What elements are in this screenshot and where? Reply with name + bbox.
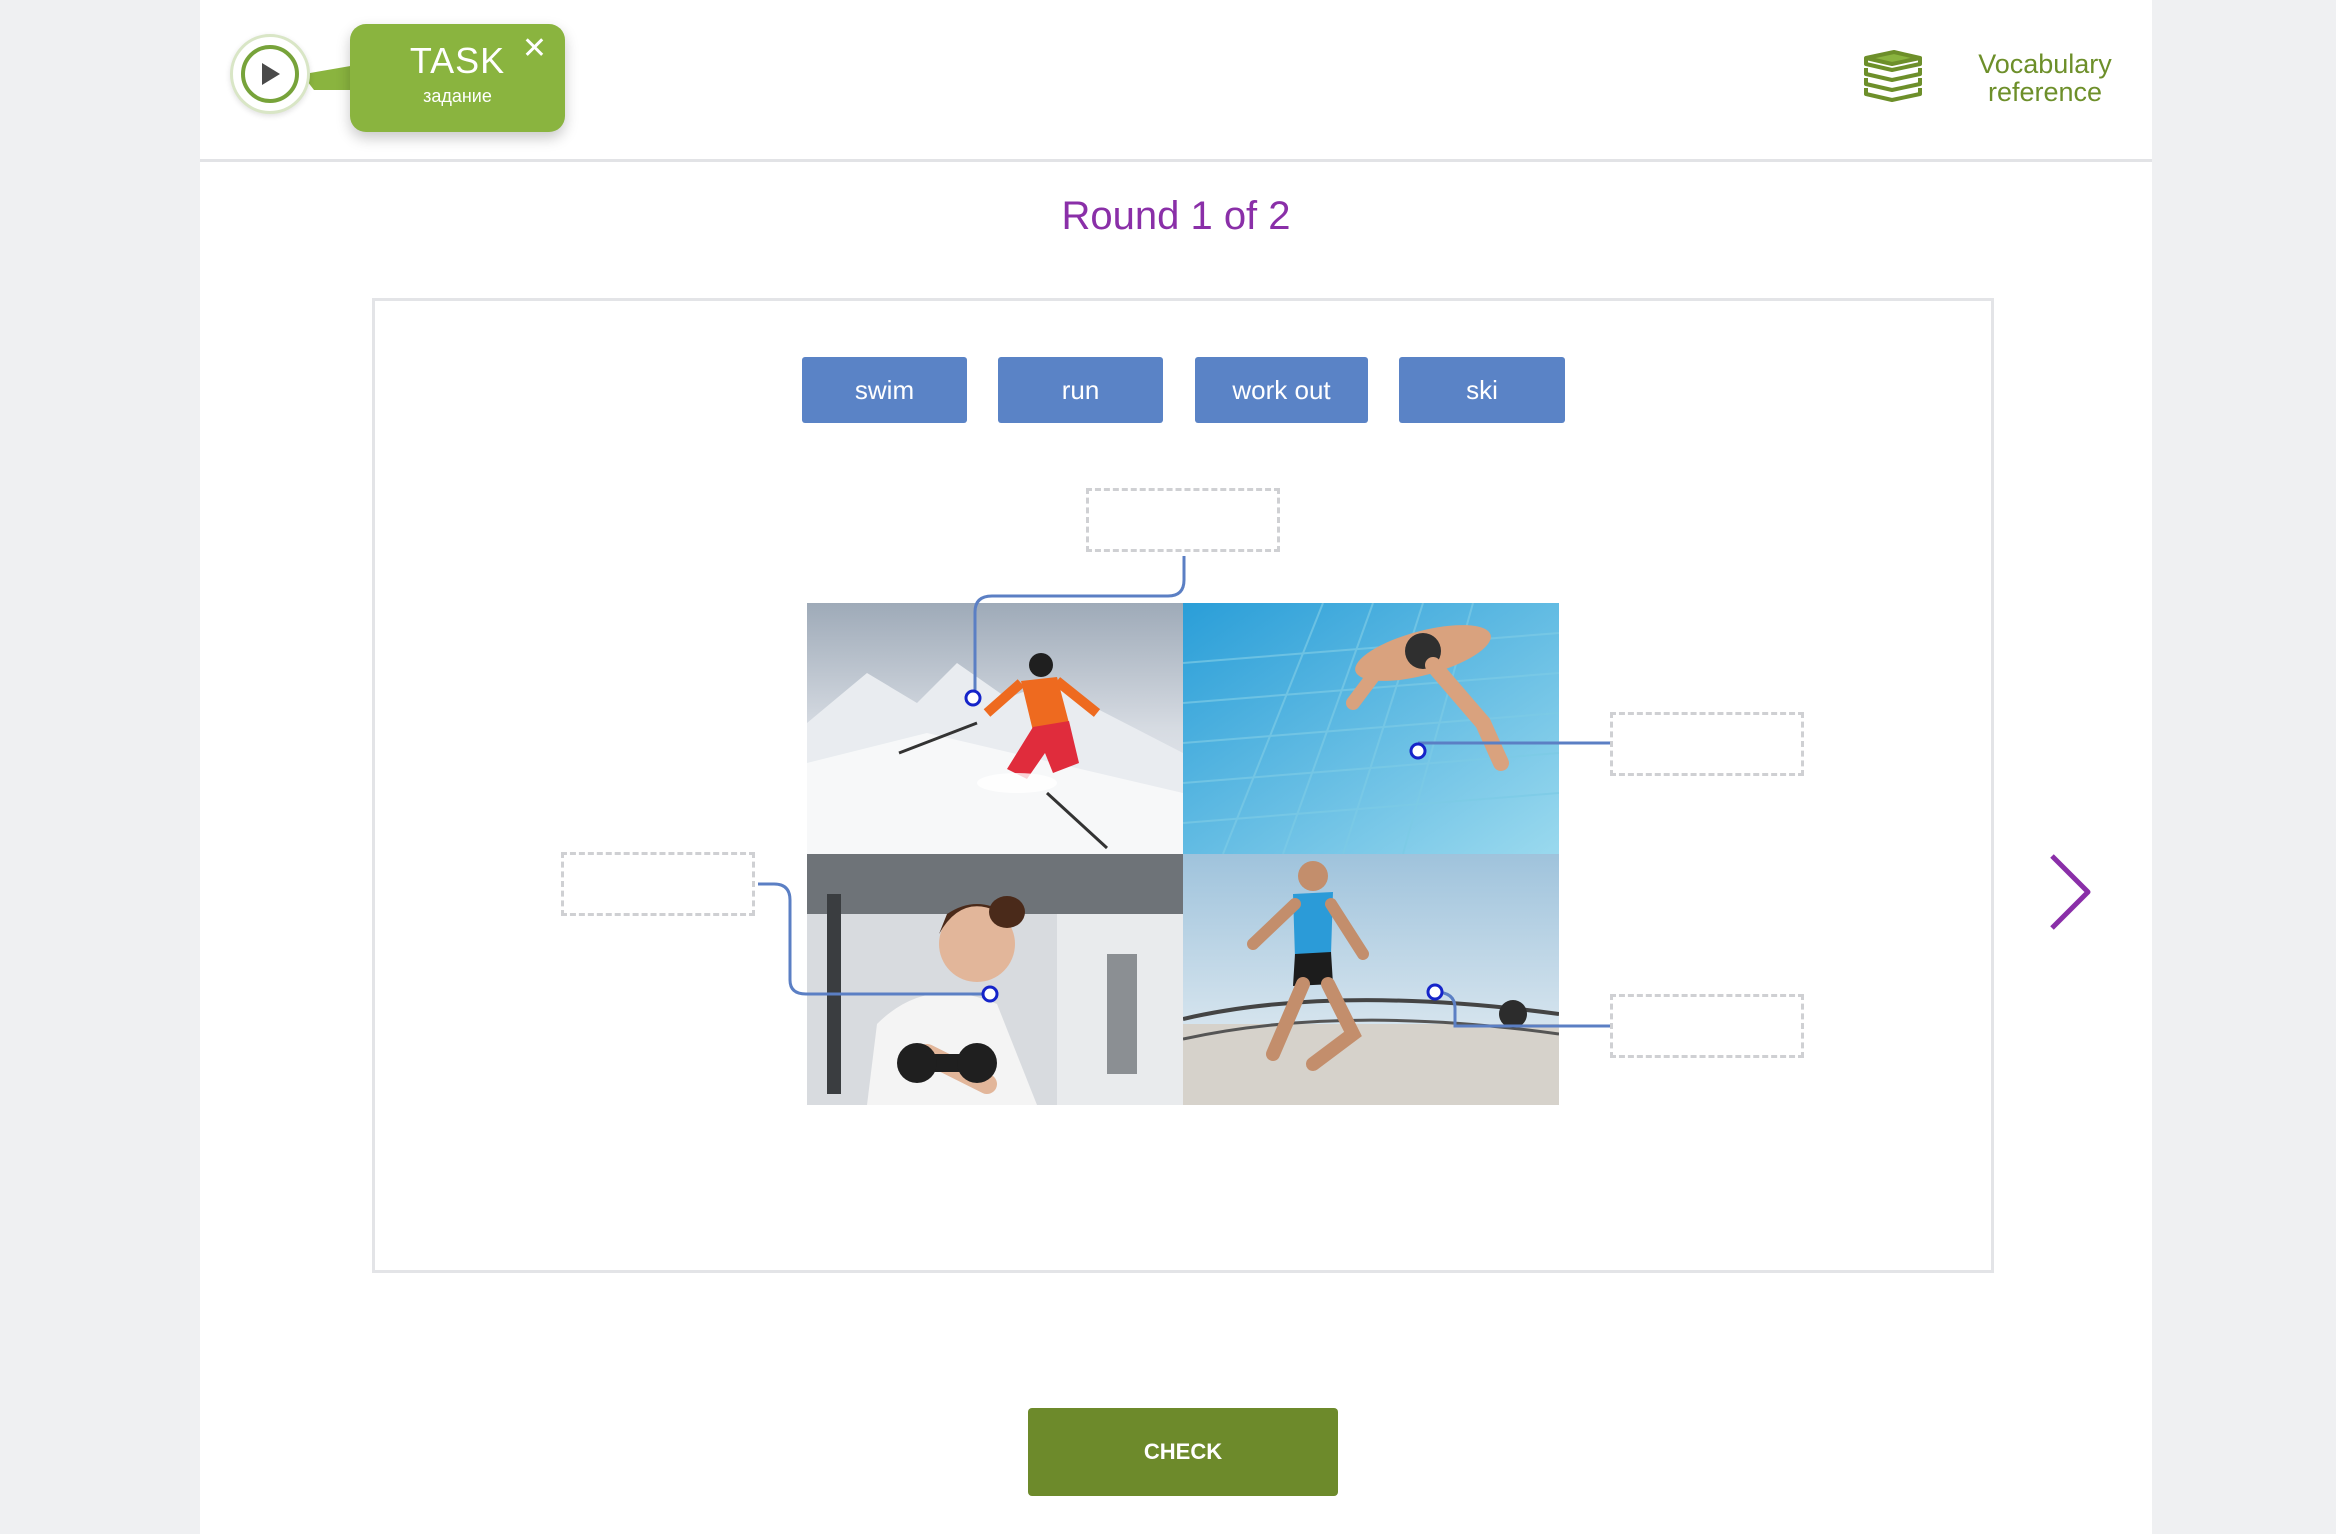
check-button[interactable]: CHECK (1028, 1408, 1338, 1496)
close-icon[interactable]: ✕ (522, 34, 547, 64)
drop-zone-runner[interactable] (1610, 994, 1804, 1058)
photo-workout (807, 854, 1183, 1105)
round-title: Round 1 of 2 (1061, 194, 1291, 238)
next-round-button[interactable] (2044, 852, 2094, 932)
books-icon (1860, 48, 1926, 109)
chevron-right-icon (2050, 854, 2091, 930)
header-bar: TASK задание ✕ Vocabulary reference (200, 0, 2152, 162)
play-icon (241, 45, 299, 103)
vocab-label-line2: reference (1987, 77, 2103, 107)
word-chip-swim[interactable]: swim (802, 357, 967, 423)
vocab-label-line1: Vocabulary (1978, 49, 2112, 79)
photo-grid (807, 603, 1559, 1105)
photo-runner (1183, 854, 1559, 1105)
word-chip-run[interactable]: run (998, 357, 1163, 423)
drop-zone-skier[interactable] (1086, 488, 1280, 552)
vocabulary-reference-label: Vocabulary reference (1960, 50, 2130, 106)
photo-swimmer (1183, 603, 1559, 854)
word-chip-ski[interactable]: ski (1399, 357, 1565, 423)
play-button[interactable] (230, 34, 310, 114)
drop-zone-swimmer[interactable] (1610, 712, 1804, 776)
drop-zone-workout[interactable] (561, 852, 755, 916)
photo-skier (807, 603, 1183, 854)
vocabulary-reference-button[interactable]: Vocabulary reference (1860, 44, 2130, 114)
word-chip-work-out[interactable]: work out (1195, 357, 1368, 423)
task-bubble[interactable]: TASK задание ✕ (350, 24, 565, 132)
task-subtitle: задание (423, 86, 492, 106)
